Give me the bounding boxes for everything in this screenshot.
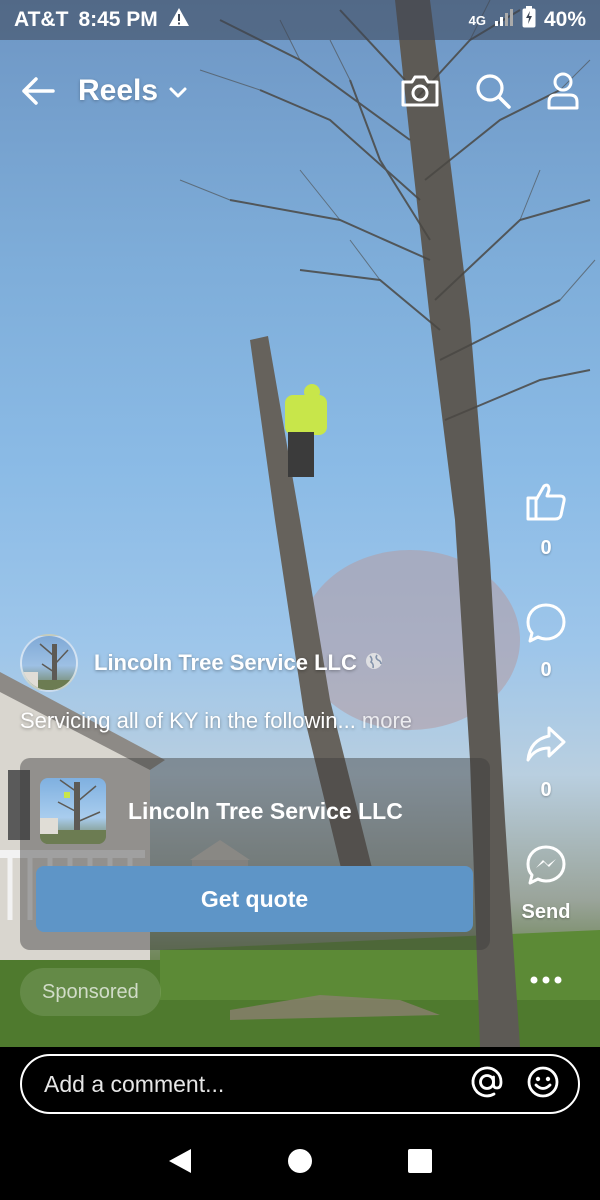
like-count: 0 <box>540 537 552 559</box>
send-label: Send <box>521 901 571 923</box>
search-icon[interactable] <box>474 72 512 110</box>
signal-icon <box>494 8 514 32</box>
page-name[interactable]: Lincoln Tree Service LLC <box>94 650 357 676</box>
carrier-label: AT&T <box>14 8 69 31</box>
mention-icon[interactable] <box>470 1065 504 1104</box>
post-caption[interactable]: Servicing all of KY in the followin... mo… <box>20 708 412 734</box>
ad-thumbnail[interactable] <box>40 778 106 844</box>
network-label: 4G <box>468 12 486 28</box>
nav-back-icon[interactable] <box>167 1147 193 1180</box>
like-action[interactable]: 0 <box>516 480 576 560</box>
battery-percent: 40% <box>543 8 586 31</box>
reels-header: Reels <box>0 56 600 126</box>
get-quote-button[interactable]: Get quote <box>36 866 473 932</box>
globe-icon <box>365 652 383 675</box>
emoji-icon[interactable] <box>526 1065 560 1104</box>
thumbs-up-icon[interactable] <box>525 480 567 527</box>
back-arrow-icon[interactable] <box>20 76 56 106</box>
clock: 8:45 PM <box>78 8 158 31</box>
warning-icon <box>168 7 190 33</box>
page-title[interactable]: Reels <box>78 74 158 108</box>
avatar[interactable] <box>20 634 78 692</box>
share-count: 0 <box>540 779 552 801</box>
comment-action[interactable]: 0 <box>516 602 576 682</box>
comment-input[interactable]: Add a comment... <box>20 1054 580 1114</box>
nav-recents-icon[interactable] <box>407 1148 433 1179</box>
status-bar: AT&T 8:45 PM 4G 40% <box>0 0 600 40</box>
comment-count: 0 <box>540 659 552 681</box>
more-options-button[interactable] <box>516 972 576 990</box>
ad-card[interactable]: Lincoln Tree Service LLC Get quote <box>20 758 490 950</box>
see-more-link[interactable]: more <box>362 708 412 733</box>
system-nav-bar <box>0 1127 600 1200</box>
chevron-down-icon[interactable] <box>168 86 188 100</box>
share-action[interactable]: 0 <box>516 724 576 802</box>
nav-home-icon[interactable] <box>287 1148 313 1179</box>
messenger-icon[interactable] <box>525 844 567 891</box>
battery-icon <box>522 6 536 34</box>
comment-bar: Add a comment... <box>0 1047 600 1127</box>
comment-bubble-icon[interactable] <box>525 602 567 649</box>
share-arrow-icon[interactable] <box>525 724 567 769</box>
advertiser-name[interactable]: Lincoln Tree Service LLC <box>128 798 403 825</box>
caption-text: Servicing all of KY in the followin... <box>20 708 356 733</box>
comment-placeholder[interactable]: Add a comment... <box>44 1071 224 1098</box>
profile-icon[interactable] <box>546 72 580 110</box>
send-action[interactable]: Send <box>516 844 576 924</box>
sponsored-badge: Sponsored <box>20 968 161 1016</box>
camera-icon[interactable] <box>400 74 440 108</box>
post-author[interactable]: Lincoln Tree Service LLC <box>20 634 383 692</box>
more-dots-icon[interactable] <box>529 972 563 990</box>
